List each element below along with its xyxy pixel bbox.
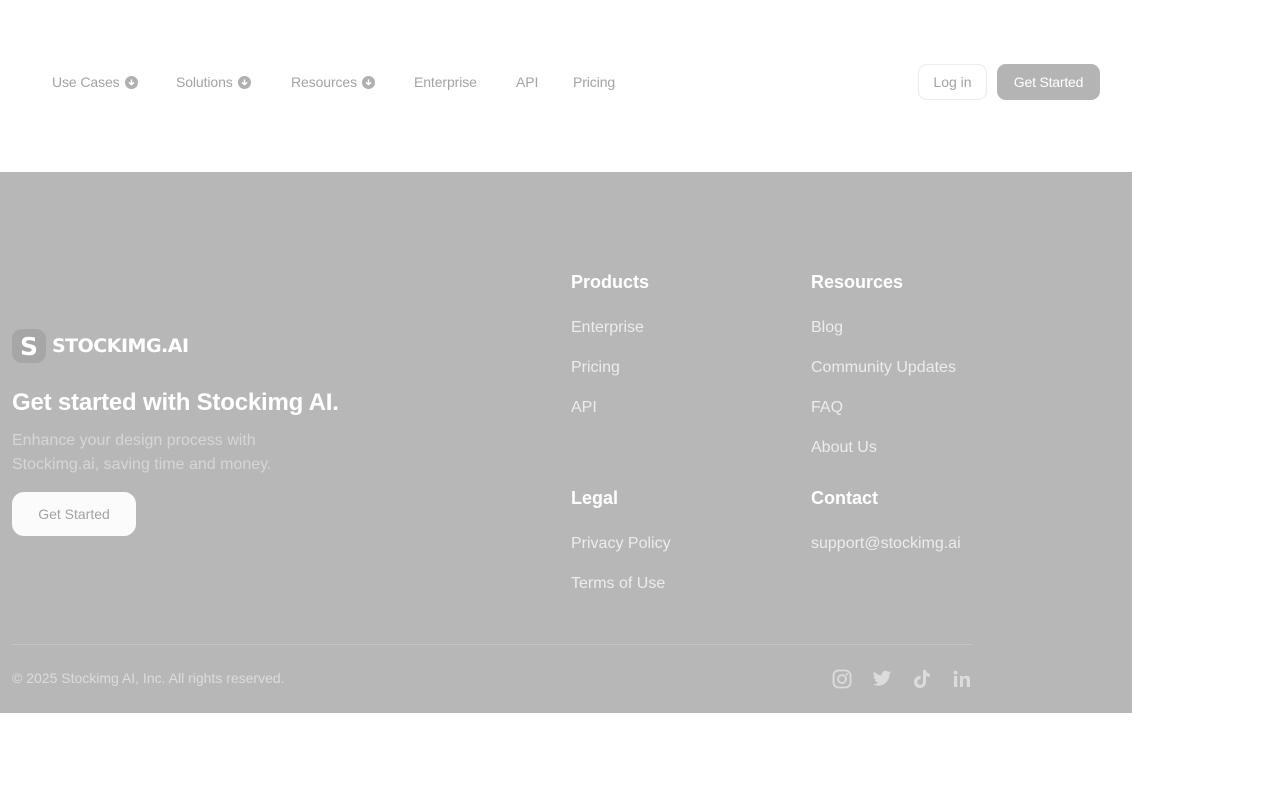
footer-link-blog[interactable]: Blog: [811, 318, 956, 338]
resources-column: Resources Blog Community Updates FAQ Abo…: [811, 271, 956, 458]
nav-use-cases[interactable]: Use Cases: [52, 64, 138, 100]
chevron-down-icon: [362, 75, 376, 89]
footer-link-terms-of-use[interactable]: Terms of Use: [571, 574, 671, 594]
footer-link-privacy-policy[interactable]: Privacy Policy: [571, 534, 671, 554]
nav-use-cases-label: Use Cases: [52, 74, 120, 90]
footer-link-enterprise[interactable]: Enterprise: [571, 318, 649, 338]
footer-link-api[interactable]: API: [571, 398, 649, 418]
chevron-down-icon: [124, 75, 138, 89]
footer-title: Get started with Stockimg AI.: [12, 389, 339, 416]
footer-link-about-us[interactable]: About Us: [811, 438, 956, 458]
top-nav: Use Cases Solutions Resources Enterprise…: [0, 64, 1280, 100]
contact-heading: Contact: [811, 488, 878, 508]
linkedin-icon[interactable]: [951, 668, 973, 690]
nav-api[interactable]: API: [516, 64, 538, 100]
footer-link-community-updates[interactable]: Community Updates: [811, 358, 956, 378]
footer-description: Enhance your design process with Stockim…: [12, 432, 272, 473]
nav-resources[interactable]: Resources: [291, 64, 376, 100]
nav-pricing[interactable]: Pricing: [573, 64, 615, 100]
nav-solutions[interactable]: Solutions: [176, 64, 251, 100]
footer-divider: [12, 644, 972, 645]
tiktok-icon[interactable]: [911, 668, 933, 690]
footer-link-support-email[interactable]: support@stockimg.ai: [811, 534, 961, 554]
copyright-text: © 2025 Stockimg AI, Inc. All rights rese…: [12, 670, 285, 686]
brand-mark-letter: S: [19, 331, 38, 361]
nav-enterprise[interactable]: Enterprise: [414, 64, 477, 100]
login-button[interactable]: Log in: [918, 64, 987, 100]
site-footer: S STOCKIMG.AI Get started with Stockimg …: [0, 172, 1132, 713]
products-column: Products Enterprise Pricing API: [571, 271, 649, 418]
footer-get-started-button[interactable]: Get Started: [12, 492, 136, 536]
get-started-button[interactable]: Get Started: [997, 64, 1100, 100]
nav-solutions-label: Solutions: [176, 74, 233, 90]
brand-mark-icon: S: [12, 329, 46, 363]
products-heading: Products: [571, 272, 650, 292]
footer-link-pricing[interactable]: Pricing: [571, 358, 649, 378]
resources-heading: Resources: [811, 272, 904, 292]
twitter-icon[interactable]: [871, 668, 893, 690]
chevron-down-icon: [237, 75, 251, 89]
legal-column: Legal Privacy Policy Terms of Use: [571, 487, 671, 594]
instagram-icon[interactable]: [831, 668, 853, 690]
nav-resources-label: Resources: [291, 74, 358, 90]
footer-link-faq[interactable]: FAQ: [811, 398, 956, 418]
legal-heading: Legal: [571, 488, 619, 508]
contact-column: Contact support@stockimg.ai: [811, 487, 961, 554]
brand-logo[interactable]: S STOCKIMG.AI: [12, 329, 189, 363]
brand-name: STOCKIMG.AI: [52, 335, 189, 357]
